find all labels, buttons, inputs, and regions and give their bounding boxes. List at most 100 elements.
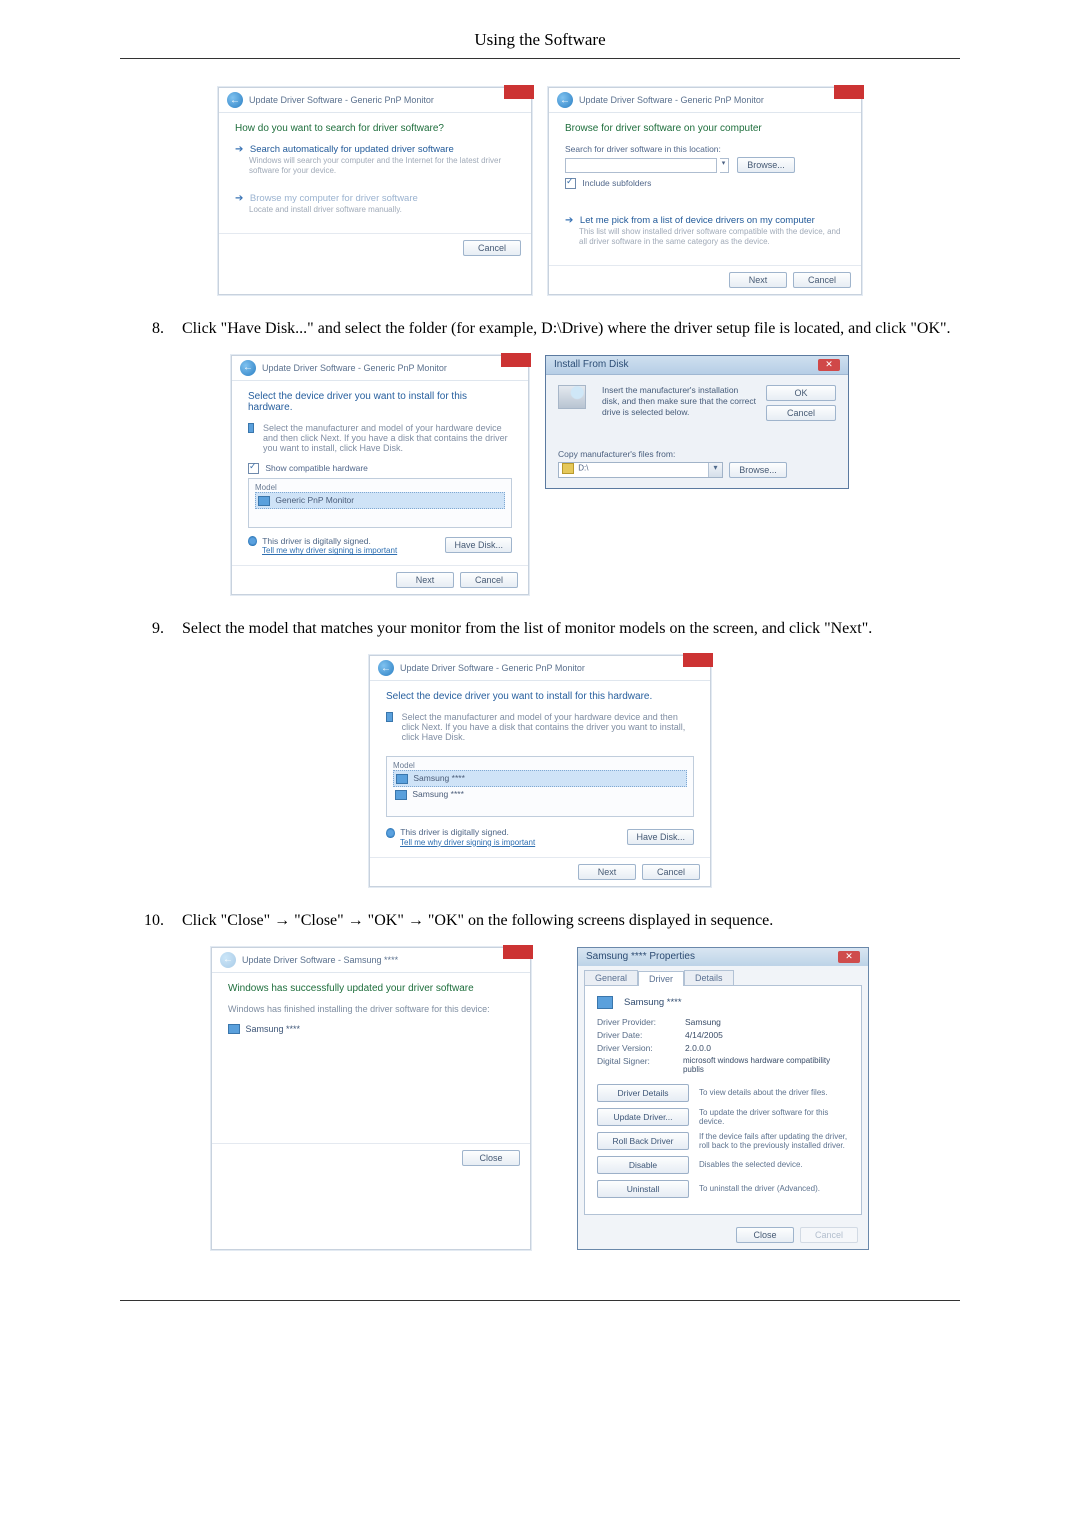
model-header: Model [255, 483, 505, 492]
path-input[interactable] [565, 158, 717, 173]
model-item[interactable]: Samsung **** [393, 770, 687, 787]
show-compatible-checkbox[interactable] [248, 463, 259, 474]
chevron-down-icon[interactable]: ▾ [708, 463, 722, 477]
disable-button[interactable]: Disable [597, 1156, 689, 1174]
wizard-browse-screenshot: ← Update Driver Software - Generic PnP M… [548, 87, 862, 295]
ok-button[interactable]: OK [766, 385, 836, 401]
option-search-auto[interactable]: ➔ Search automatically for updated drive… [235, 144, 515, 175]
option-subtext: Locate and install driver software manua… [249, 205, 515, 215]
monitor-icon [258, 496, 270, 506]
option-subtext: Windows will search your computer and th… [249, 156, 515, 175]
wizard-subtext: Select the manufacturer and model of you… [263, 423, 512, 453]
driver-details-button[interactable]: Driver Details [597, 1084, 689, 1102]
next-button[interactable]: Next [729, 272, 787, 288]
shield-icon [386, 828, 395, 838]
update-driver-button[interactable]: Update Driver... [597, 1108, 689, 1126]
back-icon[interactable]: ← [240, 360, 256, 376]
model-list: Model Generic PnP Monitor [248, 478, 512, 528]
monitor-icon [395, 790, 407, 800]
arrow-icon: ➔ [565, 215, 573, 226]
properties-dialog: Samsung **** Properties ✕ General Driver… [577, 947, 869, 1250]
wizard-subtext: Windows has finished installing the driv… [228, 1004, 514, 1014]
wizard-search-screenshot: ← Update Driver Software - Generic PnP M… [218, 87, 532, 295]
show-compatible-label: Show compatible hardware [265, 463, 368, 473]
tab-details[interactable]: Details [684, 970, 734, 985]
signed-label: This driver is digitally signed. [400, 827, 509, 837]
window-title: Update Driver Software - Generic PnP Mon… [400, 663, 585, 673]
close-icon[interactable]: ✕ [818, 359, 840, 371]
have-disk-button[interactable]: Have Disk... [627, 829, 694, 845]
option-subtext: This list will show installed driver sof… [579, 227, 845, 246]
next-button[interactable]: Next [396, 572, 454, 588]
back-icon[interactable]: ← [378, 660, 394, 676]
wizard-select-model-screenshot: ← Update Driver Software - Generic PnP M… [369, 655, 711, 886]
include-subfolders-checkbox[interactable] [565, 178, 576, 189]
tab-driver[interactable]: Driver [638, 971, 684, 986]
step-text: Select the model that matches your monit… [182, 617, 960, 641]
install-from-disk-dialog: Install From Disk ✕ Insert the manufactu… [545, 355, 849, 489]
close-icon[interactable] [834, 85, 864, 99]
model-item[interactable]: Generic PnP Monitor [255, 492, 505, 509]
shield-icon [248, 536, 257, 546]
next-button[interactable]: Next [578, 864, 636, 880]
model-list: Model Samsung **** Samsung **** [386, 756, 694, 817]
model-name: Samsung **** [412, 789, 464, 799]
signing-link[interactable]: Tell me why driver signing is important [262, 546, 397, 555]
option-browse-computer[interactable]: ➔ Browse my computer for driver software… [235, 193, 515, 215]
step-text: Click "Have Disk..." and select the fold… [182, 317, 960, 341]
model-item[interactable]: Samsung **** [393, 787, 687, 802]
have-disk-button[interactable]: Have Disk... [445, 537, 512, 553]
option-pick-from-list[interactable]: ➔ Let me pick from a list of device driv… [565, 215, 845, 246]
close-icon[interactable] [503, 945, 533, 959]
browse-button[interactable]: Browse... [737, 157, 795, 173]
close-icon[interactable] [504, 85, 534, 99]
cancel-button[interactable]: Cancel [642, 864, 700, 880]
provider-value: Samsung [685, 1017, 721, 1027]
step-text: Click "Close" → "Close" → "OK" → "OK" on… [182, 909, 960, 933]
signer-value: microsoft windows hardware compatibility… [683, 1056, 849, 1074]
breadcrumb: ← Update Driver Software - Samsung **** [212, 948, 530, 973]
close-button[interactable]: Close [462, 1150, 520, 1166]
cancel-button[interactable]: Cancel [460, 572, 518, 588]
page-title: Using the Software [120, 30, 960, 50]
tab-bar: General Driver Details [578, 966, 868, 985]
window-title: Update Driver Software - Generic PnP Mon… [579, 95, 764, 105]
step-9: 9. Select the model that matches your mo… [120, 617, 960, 641]
divider [120, 58, 960, 59]
uninstall-button[interactable]: Uninstall [597, 1180, 689, 1198]
device-name: Samsung **** [246, 1024, 301, 1034]
monitor-icon [228, 1024, 240, 1034]
breadcrumb: ← Update Driver Software - Generic PnP M… [232, 356, 528, 381]
arrow-icon: ➔ [235, 193, 243, 204]
browse-button[interactable]: Browse... [729, 462, 787, 478]
dialog-title: Samsung **** Properties [586, 951, 695, 962]
tab-general[interactable]: General [584, 970, 638, 985]
device-name: Samsung **** [624, 997, 682, 1008]
option-title: Browse my computer for driver software [250, 193, 418, 204]
rollback-driver-desc: If the device fails after updating the d… [699, 1132, 849, 1150]
step-number: 10. [120, 909, 182, 933]
close-icon[interactable] [683, 653, 713, 667]
date-label: Driver Date: [597, 1030, 677, 1040]
step-8: 8. Click "Have Disk..." and select the f… [120, 317, 960, 341]
signing-link[interactable]: Tell me why driver signing is important [400, 838, 535, 847]
screenshot-row-2: ← Update Driver Software - Generic PnP M… [120, 355, 960, 596]
cancel-button[interactable]: Cancel [793, 272, 851, 288]
include-subfolders-label: Include subfolders [582, 178, 651, 188]
rollback-driver-button[interactable]: Roll Back Driver [597, 1132, 689, 1150]
monitor-icon [597, 996, 613, 1009]
date-value: 4/14/2005 [685, 1030, 723, 1040]
back-icon[interactable]: ← [557, 92, 573, 108]
cancel-button[interactable]: Cancel [766, 405, 836, 421]
back-icon[interactable]: ← [227, 92, 243, 108]
path-dropdown[interactable]: D:\ ▾ [558, 462, 723, 478]
copy-from-label: Copy manufacturer's files from: [558, 449, 836, 459]
close-icon[interactable]: ✕ [838, 951, 860, 963]
close-icon[interactable] [501, 353, 531, 367]
window-title: Update Driver Software - Generic PnP Mon… [262, 363, 447, 373]
wizard-heading: Browse for driver software on your compu… [565, 123, 845, 134]
dialog-title: Install From Disk [554, 359, 628, 370]
disable-desc: Disables the selected device. [699, 1160, 803, 1169]
close-button[interactable]: Close [736, 1227, 794, 1243]
cancel-button[interactable]: Cancel [463, 240, 521, 256]
